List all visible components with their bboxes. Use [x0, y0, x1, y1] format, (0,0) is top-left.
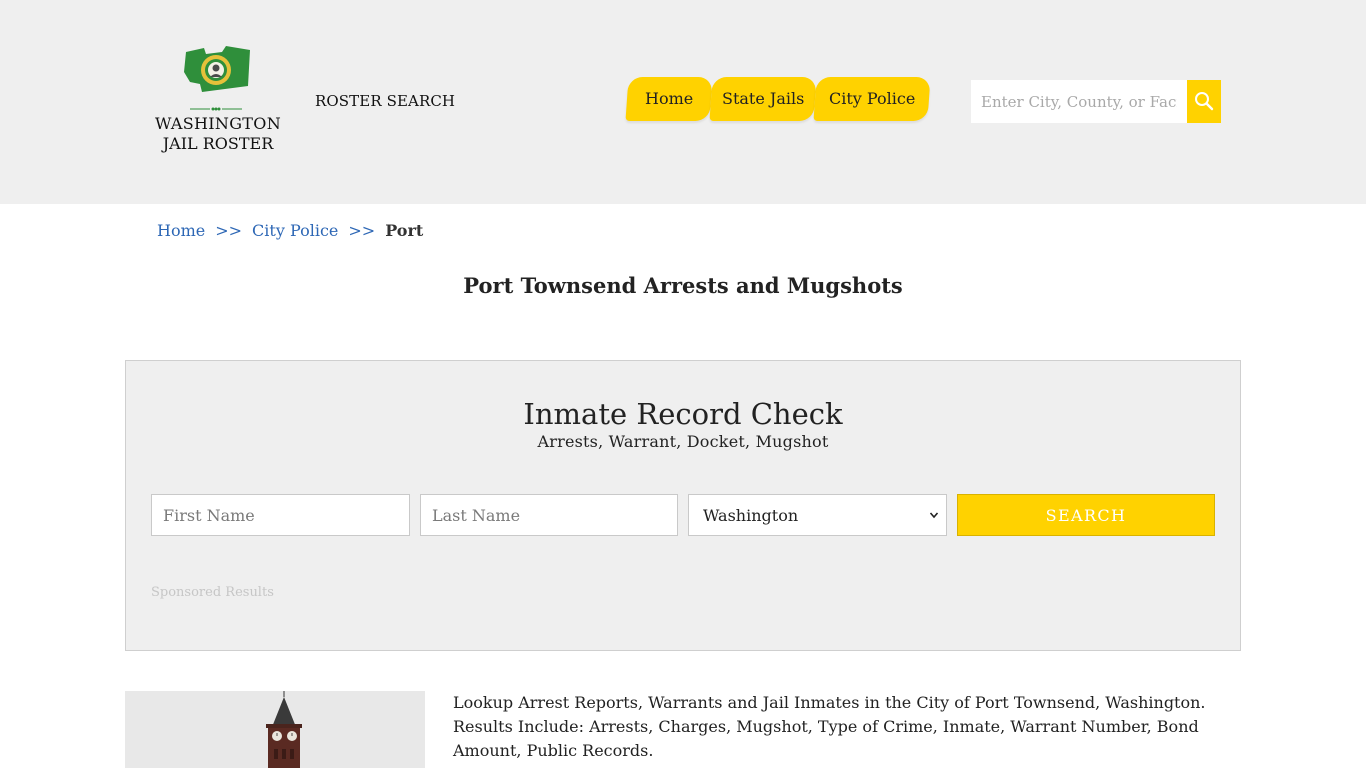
chevron-down-icon — [930, 512, 938, 519]
record-search-button[interactable]: SEARCH — [957, 494, 1215, 536]
last-name-input[interactable] — [420, 494, 678, 536]
site-search-input[interactable] — [971, 80, 1187, 123]
nav-home-button[interactable]: Home — [625, 77, 713, 121]
logo-text-line2: JAIL ROSTER — [162, 134, 274, 153]
nav-home-label: Home — [644, 89, 694, 108]
site-header: WASHINGTON JAIL ROSTER ROSTER SEARCH Hom… — [0, 0, 1366, 204]
breadcrumb-home-link[interactable]: Home — [157, 221, 205, 240]
breadcrumb-separator: >> — [215, 221, 243, 240]
inmate-record-check-panel: Inmate Record Check Arrests, Warrant, Do… — [125, 360, 1241, 651]
nav-state-jails-label: State Jails — [721, 89, 805, 108]
breadcrumb: Home >> City Police >> Port — [157, 221, 423, 240]
site-search-button[interactable] — [1187, 80, 1221, 123]
record-check-subtitle: Arrests, Warrant, Docket, Mugshot — [537, 432, 829, 451]
nav-city-police-label: City Police — [828, 89, 916, 108]
sponsored-results-label: Sponsored Results — [151, 585, 274, 600]
washington-flag-icon — [184, 46, 250, 92]
breadcrumb-city-police-link[interactable]: City Police — [252, 221, 338, 240]
site-logo[interactable]: WASHINGTON JAIL ROSTER — [148, 44, 288, 159]
record-check-title: Inmate Record Check — [523, 397, 843, 431]
nav-state-jails-button[interactable]: State Jails — [709, 77, 817, 121]
nav-city-police-button[interactable]: City Police — [813, 77, 931, 121]
breadcrumb-separator: >> — [348, 221, 376, 240]
city-hall-image — [125, 691, 425, 768]
page-title: Port Townsend Arrests and Mugshots — [463, 273, 903, 298]
search-icon — [1195, 92, 1214, 111]
city-description: Lookup Arrest Reports, Warrants and Jail… — [453, 693, 1206, 760]
logo-text-line1: WASHINGTON — [154, 114, 281, 133]
first-name-input[interactable] — [151, 494, 410, 536]
clock-tower-icon — [125, 691, 425, 768]
state-select[interactable]: Washington — [688, 494, 947, 536]
breadcrumb-current: Port — [385, 221, 424, 240]
logo-divider-icon — [190, 107, 242, 111]
roster-search-link[interactable]: ROSTER SEARCH — [315, 92, 455, 110]
